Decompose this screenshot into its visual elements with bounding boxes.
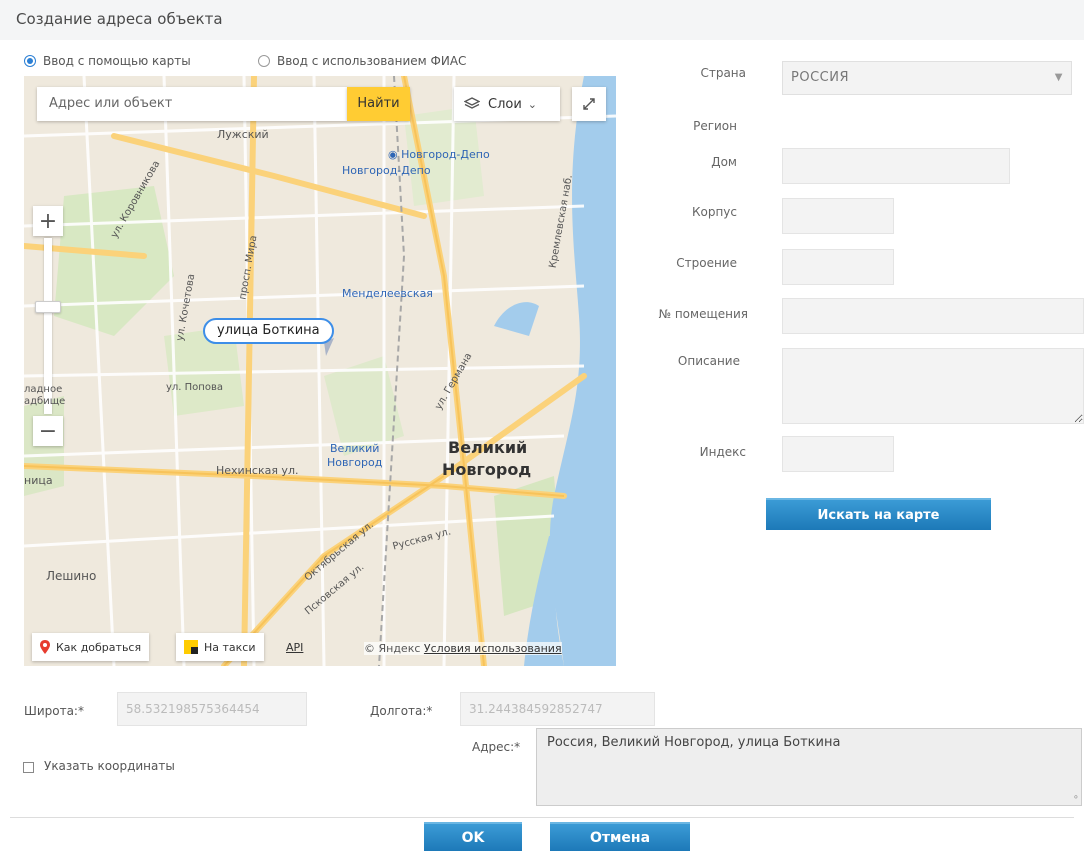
footer-divider	[10, 817, 1074, 818]
map-label-station-1: Великий	[330, 442, 380, 455]
map-widget[interactable]: Найти Слои ⌄ + − Лужский ◉ Новгород-Депо…	[24, 76, 616, 666]
room-label: № помещения	[658, 307, 748, 321]
map-layers-button[interactable]: Слои ⌄	[454, 87, 560, 121]
radio-map-mode-icon[interactable]	[24, 55, 36, 67]
map-label-luzhsky: Лужский	[217, 128, 269, 141]
zoom-out-button[interactable]: −	[33, 416, 63, 446]
index-label: Индекс	[699, 445, 746, 459]
location-pin-icon	[40, 640, 50, 654]
radio-fias-mode-icon[interactable]	[258, 55, 270, 67]
specify-coords-label: Указать координаты	[44, 759, 175, 773]
region-label: Регион	[693, 119, 737, 133]
map-label-novgorod-depo-2: Новгород-Депо	[342, 164, 431, 177]
room-input[interactable]	[782, 298, 1084, 334]
radio-map-mode-label: Ввод с помощью карты	[43, 54, 191, 68]
search-on-map-button[interactable]: Искать на карте	[766, 498, 991, 530]
expand-icon	[583, 98, 595, 110]
map-label-nitsa: ница	[24, 474, 53, 487]
map-terms-link[interactable]: Условия использования	[424, 642, 562, 655]
zoom-slider-handle[interactable]	[35, 301, 61, 313]
resize-grip-icon[interactable]: ∘	[1073, 792, 1079, 803]
map-label-leshino: Лешино	[46, 569, 97, 583]
map-label-station-2: Новгород	[327, 456, 383, 469]
map-label-city-1: Великий	[448, 438, 528, 457]
country-select[interactable]: РОССИЯ ▼	[782, 61, 1072, 95]
route-button-label: Как добраться	[56, 640, 142, 654]
structure-label: Строение	[676, 256, 737, 270]
radio-fias-mode[interactable]: Ввод с использованием ФИАС	[258, 54, 466, 68]
specify-coords-checkbox[interactable]	[23, 762, 34, 773]
structure-input[interactable]	[782, 249, 894, 285]
map-label-novgorod-depo: ◉ Новгород-Депо	[388, 148, 490, 161]
longitude-label: Долгота:*	[370, 704, 433, 718]
building-input[interactable]	[782, 198, 894, 234]
map-api-link[interactable]: API	[286, 641, 303, 654]
map-search-box[interactable]	[37, 87, 347, 121]
house-label: Дом	[711, 155, 737, 169]
country-label: Страна	[700, 66, 746, 80]
chevron-down-icon: ⌄	[527, 97, 538, 111]
house-input[interactable]	[782, 148, 1010, 184]
map-label-mendeleevskaya: Менделеевская	[342, 287, 433, 300]
ok-button[interactable]: OK	[424, 822, 522, 851]
map-label-kladb-1: ладное	[24, 384, 63, 395]
map-fullscreen-button[interactable]	[572, 87, 606, 121]
description-label: Описание	[677, 354, 740, 368]
longitude-input[interactable]: 31.244384592852747	[460, 692, 655, 726]
taxi-button-label: На такси	[204, 640, 256, 654]
address-label: Адрес:*	[472, 740, 521, 754]
index-input[interactable]	[782, 436, 894, 472]
dropdown-arrow-icon: ▼	[1054, 72, 1063, 83]
map-copyright: © Яндекс Условия использования	[364, 642, 562, 655]
address-textarea[interactable]: Россия, Великий Новгород, улица Боткина …	[536, 728, 1082, 806]
layers-icon	[464, 97, 480, 109]
map-search-input[interactable]	[49, 96, 329, 111]
map-label-nekhinskaya: Нехинская ул.	[216, 464, 299, 477]
dialog-title: Создание адреса объекта	[16, 10, 223, 28]
map-label-kladb-2: адбище	[24, 396, 66, 407]
description-textarea[interactable]	[782, 348, 1084, 424]
taxi-button[interactable]: На такси	[176, 633, 264, 661]
country-select-value: РОССИЯ	[791, 70, 849, 85]
map-background	[24, 76, 616, 666]
map-copyright-text: © Яндекс	[364, 642, 421, 655]
radio-map-mode[interactable]: Ввод с помощью карты	[24, 54, 191, 68]
radio-fias-mode-label: Ввод с использованием ФИАС	[277, 54, 467, 68]
cancel-button[interactable]: Отмена	[550, 822, 690, 851]
building-label: Корпус	[691, 205, 737, 219]
map-find-button[interactable]: Найти	[347, 87, 410, 121]
dialog-header: Создание адреса объекта	[0, 0, 1084, 40]
address-value: Россия, Великий Новгород, улица Боткина	[547, 735, 841, 750]
taxi-icon	[184, 640, 198, 654]
latitude-label: Широта:*	[24, 704, 84, 718]
street-bubble: улица Боткина	[203, 318, 334, 344]
map-label-city-2: Новгород	[442, 460, 532, 479]
map-layers-label: Слои	[488, 96, 522, 112]
latitude-input[interactable]: 58.532198575364454	[117, 692, 307, 726]
map-label-popova: ул. Попова	[166, 382, 223, 393]
zoom-in-button[interactable]: +	[33, 206, 63, 236]
route-button[interactable]: Как добраться	[32, 633, 150, 661]
